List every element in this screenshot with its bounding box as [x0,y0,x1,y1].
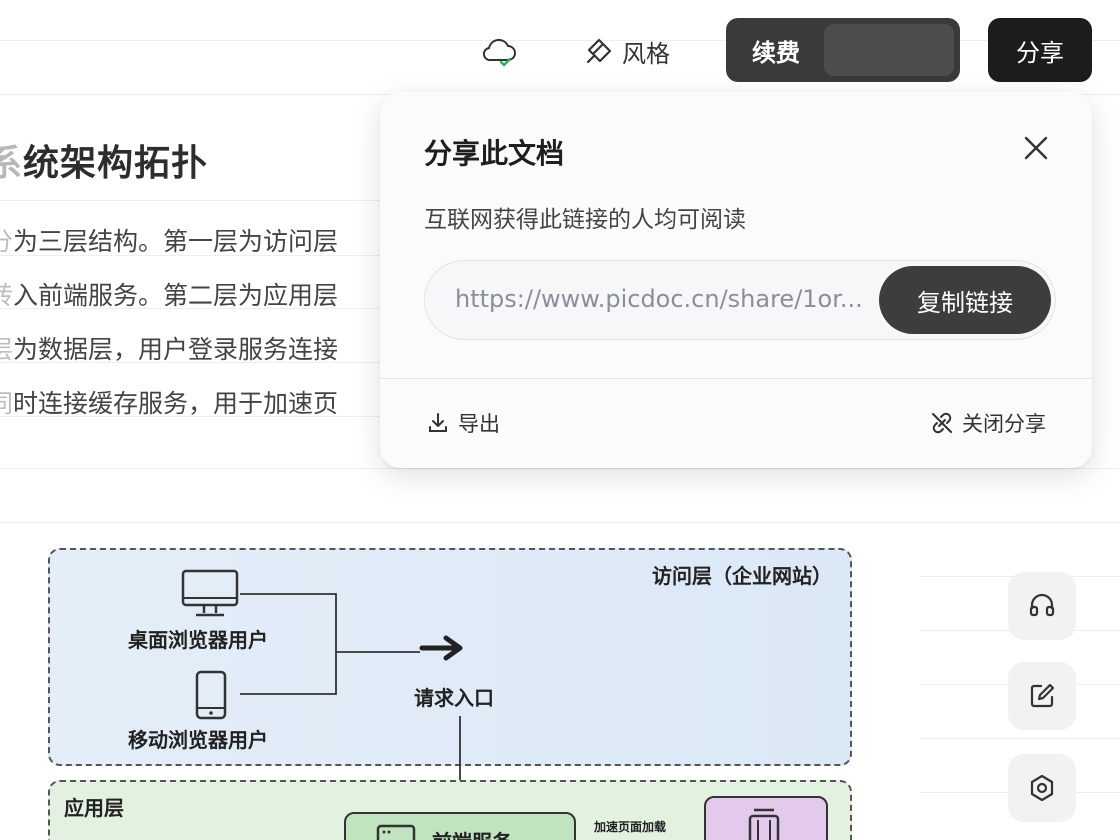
paint-bucket-icon [586,38,612,64]
style-button[interactable]: 风格 [584,30,670,72]
renew-button[interactable]: 续费 [726,18,960,82]
share-button[interactable]: 分享 [988,18,1092,82]
export-button[interactable]: 导出 [426,408,500,438]
support-button[interactable] [1008,572,1076,640]
copy-link-button[interactable]: 复制链接 [879,266,1051,334]
paragraph-line-text: 为数据层，用户登录服务连接 [13,335,339,364]
edit-button[interactable] [1008,662,1076,730]
edit-icon [1030,683,1055,708]
paragraph-line: 转入前端服务。第二层为应用层 [0,276,338,312]
frontend-service-label: 前端服务 [432,826,512,840]
rule-line [0,200,380,201]
download-icon [429,413,447,432]
page-title: 系统架构拓扑 [0,134,208,186]
rule-line [920,738,1120,739]
paragraph-line-faded: 转 [0,281,14,310]
cloud-synced-icon [482,38,516,67]
copy-link-label: 复制链接 [917,288,1013,317]
paragraph-line-text: 时连接缓存服务，用于加速页 [13,389,339,418]
close-button[interactable] [1016,128,1056,168]
share-link-text[interactable]: https://www.picdoc.cn/share/1or... [455,285,875,313]
settings-icon [1030,774,1054,802]
paragraph-line-text: 为三层结构。第一层为访问层 [13,227,339,256]
top-toolbar: 风格 续费 分享 [0,0,1120,100]
paragraph-line-text: 入前端服务。第二层为应用层 [13,281,339,310]
style-button-label: 风格 [622,39,670,68]
paragraph-line: 同时连接缓存服务，用于加速页 [0,384,338,420]
page-title-faded: 系 [0,143,24,184]
stop-sharing-button[interactable]: 关闭分享 [930,408,1046,438]
paragraph-line: 分为三层结构。第一层为访问层 [0,222,338,258]
accelerate-load-label: 加速页面加载 [594,820,667,834]
settings-button[interactable] [1008,754,1076,822]
paragraph-line-faded: 分 [0,227,14,256]
headset-icon [1029,593,1055,617]
cache-server-icon [748,808,780,840]
share-popover: 分享此文档 互联网获得此链接的人均可阅读 https://www.picdoc.… [380,92,1092,468]
paragraph-line-faded: 层 [0,335,14,364]
divider [380,378,1092,379]
cloud-sync-button[interactable] [480,34,520,70]
export-label: 导出 [458,412,500,436]
page-title-text: 统架构拓扑 [23,143,209,184]
rule-line [0,468,1120,469]
rule-line [0,522,1120,523]
request-entry-label: 请求入口 [414,686,494,710]
stop-sharing-label: 关闭分享 [962,412,1046,436]
share-description: 互联网获得此链接的人均可阅读 [424,207,746,233]
application-layer-label: 应用层 [64,796,124,820]
browser-window-icon [376,824,416,840]
share-popover-title: 分享此文档 [424,137,565,170]
share-link-field[interactable]: https://www.picdoc.cn/share/1or... 复制链接 [424,260,1056,340]
close-icon [1024,136,1048,160]
account-badge [824,24,954,76]
architecture-diagram: 访问层（企业网站） 桌面浏览器用户 移动浏览器用户 请求入口 应用层 前端服务 … [40,540,860,840]
paragraph-line: 层为数据层，用户登录服务连接 [0,330,338,366]
renew-button-label: 续费 [752,38,800,67]
share-button-label: 分享 [1016,38,1064,67]
paragraph-line-faded: 同 [0,389,14,418]
link-off-icon [932,412,952,434]
